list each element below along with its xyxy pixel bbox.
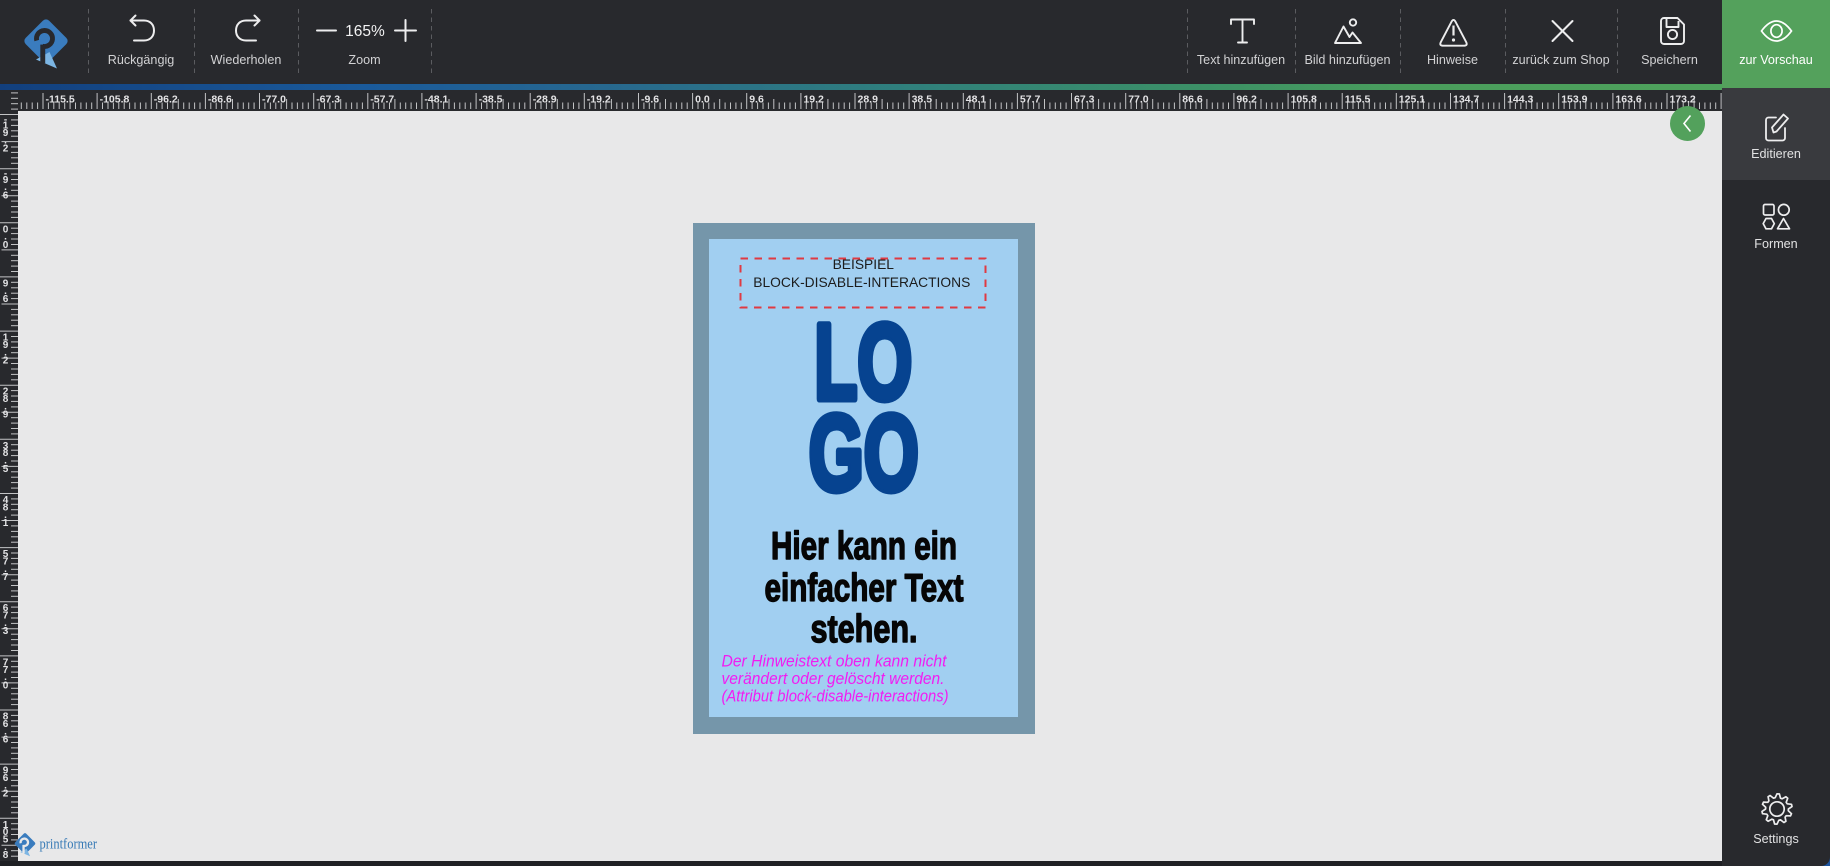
svg-text:5: 5: [3, 464, 9, 475]
svg-text:2: 2: [3, 789, 9, 800]
svg-text:1: 1: [3, 518, 9, 529]
svg-text:-57.7: -57.7: [370, 94, 394, 106]
svg-text:96.2: 96.2: [1236, 94, 1257, 106]
svg-text:28.9: 28.9: [858, 94, 879, 106]
svg-text:19.2: 19.2: [803, 94, 824, 106]
svg-text:2: 2: [3, 356, 9, 367]
svg-text:-28.9: -28.9: [533, 94, 557, 106]
svg-text:Hier kann ein: Hier kann ein: [771, 525, 957, 568]
svg-text:0: 0: [3, 680, 9, 691]
svg-text:115.5: 115.5: [1345, 94, 1371, 106]
svg-text:printformer: printformer: [40, 837, 98, 853]
svg-text:stehen.: stehen.: [811, 608, 918, 651]
svg-text:9: 9: [3, 410, 9, 421]
svg-text:144.3: 144.3: [1507, 94, 1533, 106]
svg-text:48.1: 48.1: [966, 94, 987, 106]
svg-text:einfacher Text: einfacher Text: [765, 567, 964, 610]
svg-text:-48.1: -48.1: [424, 94, 448, 106]
svg-text:163.6: 163.6: [1615, 94, 1641, 106]
svg-text:7: 7: [3, 572, 9, 583]
svg-text:-96.2: -96.2: [154, 94, 178, 106]
svg-text:-9.6: -9.6: [641, 94, 659, 106]
svg-text:2: 2: [3, 144, 9, 155]
svg-text:-38.5: -38.5: [479, 94, 503, 106]
svg-text:38.5: 38.5: [912, 94, 933, 106]
svg-text:BLOCK-DISABLE-INTERACTIONS: BLOCK-DISABLE-INTERACTIONS: [753, 275, 970, 290]
svg-text:9.6: 9.6: [749, 94, 764, 106]
svg-text:-19.2: -19.2: [587, 94, 611, 106]
svg-text:-67.3: -67.3: [316, 94, 340, 106]
svg-text:57.7: 57.7: [1020, 94, 1041, 106]
svg-text:BEISPIEL: BEISPIEL: [833, 257, 895, 272]
svg-text:125.1: 125.1: [1399, 94, 1425, 106]
svg-text:77.0: 77.0: [1128, 94, 1149, 106]
svg-text:86.6: 86.6: [1182, 94, 1203, 106]
svg-text:GO: GO: [809, 392, 919, 513]
svg-text:6: 6: [3, 294, 9, 305]
svg-text:153.9: 153.9: [1561, 94, 1587, 106]
svg-text:-105.8: -105.8: [100, 94, 130, 106]
svg-text:0.0: 0.0: [695, 94, 710, 106]
svg-text:-77.0: -77.0: [262, 94, 286, 106]
svg-text:134.7: 134.7: [1453, 94, 1479, 106]
svg-text:105.8: 105.8: [1291, 94, 1317, 106]
svg-text:3: 3: [3, 626, 9, 637]
svg-text:-115.5: -115.5: [46, 94, 75, 106]
svg-text:165%: 165%: [345, 23, 385, 40]
svg-text:Der Hinweistext oben kann nich: Der Hinweistext oben kann nicht: [722, 652, 948, 671]
svg-text:verändert oder gelöscht werden: verändert oder gelöscht werden.: [722, 669, 945, 688]
svg-text:8: 8: [3, 850, 9, 861]
svg-text:(Attribut block-disable-intera: (Attribut block-disable-interactions): [722, 687, 949, 706]
svg-text:6: 6: [3, 735, 9, 746]
svg-text:67.3: 67.3: [1074, 94, 1095, 106]
svg-text:173.2: 173.2: [1670, 94, 1696, 106]
svg-text:-86.6: -86.6: [208, 94, 232, 106]
svg-text:6: 6: [3, 190, 9, 201]
svg-text:0: 0: [3, 240, 9, 251]
